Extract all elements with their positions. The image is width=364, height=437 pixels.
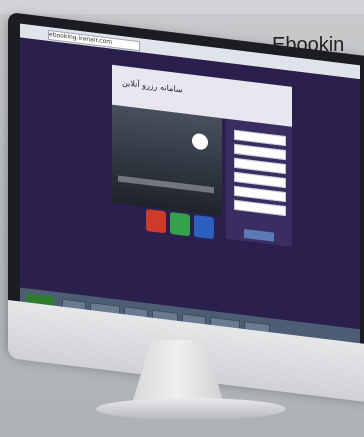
booking-icon[interactable] — [194, 214, 214, 240]
top-strip — [0, 0, 364, 14]
scene: Ebookin ebooking.iranair.com سامانه رزرو… — [0, 0, 364, 437]
form-field[interactable] — [234, 143, 286, 161]
monitor-stand-base — [96, 398, 286, 420]
banner-title: سامانه رزرو آنلاین — [122, 77, 183, 95]
form-field[interactable] — [234, 129, 286, 147]
form-field[interactable] — [234, 199, 286, 217]
web-page: سامانه رزرو آنلاین — [20, 37, 360, 330]
hero-caption-line — [118, 175, 214, 194]
form-field[interactable] — [234, 171, 286, 189]
badge-icon — [192, 132, 208, 151]
search-button[interactable] — [244, 228, 274, 242]
screen: ebooking.iranair.com سامانه رزرو آنلاین — [20, 23, 360, 351]
form-field[interactable] — [234, 185, 286, 203]
form-field[interactable] — [234, 157, 286, 175]
offer-icon[interactable] — [170, 211, 190, 237]
search-form — [226, 118, 292, 247]
flight-icon[interactable] — [146, 208, 166, 234]
hero-image — [112, 104, 222, 217]
